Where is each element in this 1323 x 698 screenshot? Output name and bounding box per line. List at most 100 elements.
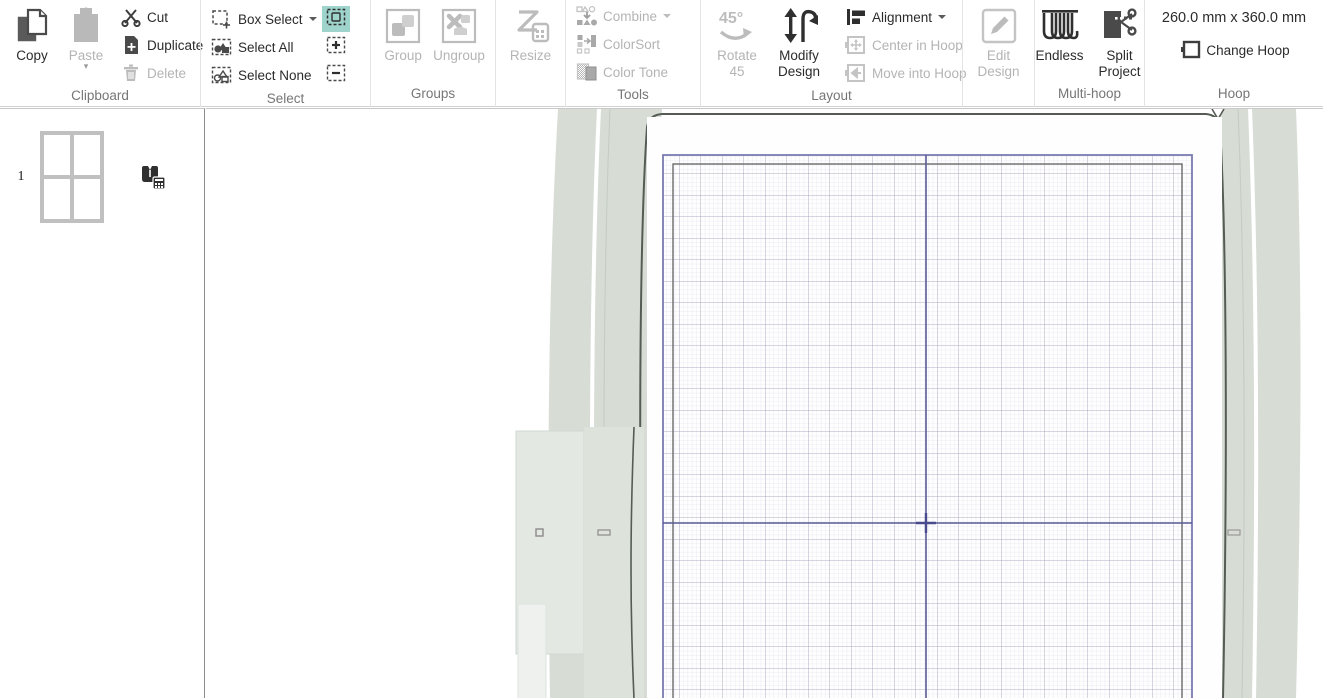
- modify-design-icon: [777, 5, 821, 47]
- combine-chevron-down-icon[interactable]: [663, 14, 672, 18]
- select-all-button[interactable]: Select All: [207, 33, 320, 61]
- endless-label: Endless: [1035, 48, 1084, 63]
- center-in-hoop-button[interactable]: Center in Hoop: [841, 31, 970, 59]
- design-index-label: 1: [17, 168, 25, 184]
- clipboard-small-commands: Cut Duplicate Delete: [116, 2, 206, 87]
- tools-commands: Combine ColorSort Color Tone: [572, 1, 674, 86]
- select-all-label: Select All: [238, 39, 294, 55]
- layout-group-label: Layout: [811, 88, 852, 103]
- colorsort-icon: [575, 33, 599, 55]
- design-list-sidebar[interactable]: 1: [0, 108, 205, 698]
- center-in-hoop-icon: [844, 34, 868, 56]
- combine-label: Combine: [603, 8, 658, 24]
- box-select-button[interactable]: Box Select: [207, 5, 320, 33]
- cut-label: Cut: [147, 9, 169, 25]
- resize-group-label: [496, 85, 565, 107]
- alignment-button[interactable]: Alignment: [841, 3, 970, 31]
- edit-design-label-line1: Edit: [986, 48, 1011, 63]
- thumbnail-cell: [72, 132, 102, 177]
- copy-icon: [13, 5, 51, 47]
- select-commands: Box Select Select All Select None: [207, 4, 320, 89]
- multi-hoop-group-label: Multi-hoop: [1057, 86, 1122, 101]
- modify-design-label-line1: Modify: [779, 48, 819, 63]
- paste-dropdown-caret[interactable]: ▾: [62, 62, 110, 72]
- ribbon-group-groups: Group Ungroup Groups: [370, 0, 495, 107]
- select-none-button[interactable]: Select None: [207, 61, 320, 89]
- layout-commands: Alignment Center in Hoop Move into Hoop: [841, 2, 970, 87]
- copy-button[interactable]: Copy: [6, 2, 58, 63]
- move-into-hoop-button[interactable]: Move into Hoop: [841, 59, 970, 87]
- rotate-45-icon: 45°: [716, 5, 758, 47]
- rotate-45-label-line2: 45: [729, 64, 745, 79]
- change-hoop-button[interactable]: Change Hoop: [1175, 38, 1292, 62]
- copy-label: Copy: [16, 48, 48, 63]
- delete-button[interactable]: Delete: [116, 59, 206, 87]
- color-tone-button[interactable]: Color Tone: [572, 58, 674, 86]
- rotate-45-label-line1: Rotate: [717, 48, 757, 63]
- paste-button[interactable]: Paste ▾: [58, 2, 114, 72]
- tools-group-label: Tools: [617, 87, 649, 102]
- edit-design-group-label: [963, 85, 1034, 107]
- alignment-chevron-down-icon[interactable]: [938, 15, 947, 19]
- ribbon-group-resize: Resize: [495, 0, 565, 107]
- ungroup-button[interactable]: Ungroup: [429, 2, 489, 63]
- edit-design-button[interactable]: Edit Design: [973, 2, 1025, 79]
- ribbon-group-clipboard: Copy Paste ▾ Cut Duplicate Delete Clipbo…: [0, 0, 203, 107]
- application-window: Copy Paste ▾ Cut Duplicate Delete Clipbo…: [0, 0, 1323, 698]
- combine-button[interactable]: Combine: [572, 2, 674, 30]
- ribbon-group-select: Box Select Select All Select None Select: [200, 0, 370, 107]
- move-into-hoop-icon: [844, 62, 868, 84]
- trash-icon: [119, 62, 143, 84]
- modify-design-button[interactable]: Modify Design: [767, 2, 831, 79]
- ribbon-group-hoop: 260.0 mm x 360.0 mm Change Hoop Hoop: [1144, 0, 1323, 107]
- box-select-label: Box Select: [238, 11, 303, 27]
- alignment-icon: [844, 6, 868, 28]
- ungroup-label: Ungroup: [433, 48, 485, 63]
- group-button[interactable]: Group: [377, 2, 429, 63]
- thumbnail-cell: [42, 176, 72, 221]
- ribbon-group-edit-design: Edit Design: [962, 0, 1034, 107]
- add-to-selection-toggle[interactable]: [322, 34, 350, 60]
- select-all-icon: [210, 36, 234, 58]
- remove-from-selection-toggle[interactable]: [322, 62, 350, 88]
- scissors-icon: [119, 6, 143, 28]
- box-select-icon: [210, 8, 234, 30]
- select-none-icon: [210, 64, 234, 86]
- select-mode-toggles: [321, 4, 350, 90]
- plus-marquee-icon: [326, 36, 346, 59]
- paste-icon: [69, 5, 103, 47]
- ribbon-group-layout: 45° Rotate 45 Modify Design Alignment Ce…: [700, 0, 967, 107]
- change-hoop-label: Change Hoop: [1206, 42, 1290, 58]
- hoop-calculator-icon: [139, 163, 167, 191]
- duplicate-button[interactable]: Duplicate: [116, 31, 206, 59]
- endless-button[interactable]: Endless: [1030, 2, 1090, 63]
- resize-button[interactable]: Resize: [505, 2, 557, 63]
- design-canvas[interactable]: [206, 108, 1323, 698]
- pencil-icon: [979, 5, 1019, 47]
- duplicate-icon: [119, 34, 143, 56]
- rect-select-mode-toggle[interactable]: [321, 6, 350, 32]
- alignment-label: Alignment: [872, 9, 933, 25]
- duplicate-label: Duplicate: [147, 37, 204, 53]
- hoop-grid: [663, 155, 1192, 698]
- split-project-button[interactable]: Split Project: [1090, 2, 1150, 79]
- color-tone-label: Color Tone: [603, 64, 669, 80]
- box-select-chevron-down-icon[interactable]: [308, 17, 317, 21]
- ungroup-icon: [440, 5, 478, 47]
- list-item[interactable]: 1: [0, 109, 204, 244]
- delete-label: Delete: [147, 65, 187, 81]
- center-in-hoop-label: Center in Hoop: [872, 37, 963, 53]
- resize-icon: [511, 5, 551, 47]
- design-thumbnail[interactable]: [40, 130, 104, 223]
- edit-design-label-line2: Design: [977, 64, 1020, 79]
- ribbon-toolbar: Copy Paste ▾ Cut Duplicate Delete Clipbo…: [0, 0, 1323, 107]
- color-tone-icon: [575, 61, 599, 83]
- rotate-45-button[interactable]: 45° Rotate 45: [707, 2, 767, 79]
- ribbon-group-tools: Combine ColorSort Color Tone Tools: [565, 0, 700, 107]
- hoop-illustration: [515, 109, 1323, 698]
- rect-marquee-icon: [326, 8, 346, 31]
- move-into-hoop-label: Move into Hoop: [872, 65, 967, 81]
- combine-icon: [575, 5, 599, 27]
- cut-button[interactable]: Cut: [116, 3, 206, 31]
- colorsort-button[interactable]: ColorSort: [572, 30, 674, 58]
